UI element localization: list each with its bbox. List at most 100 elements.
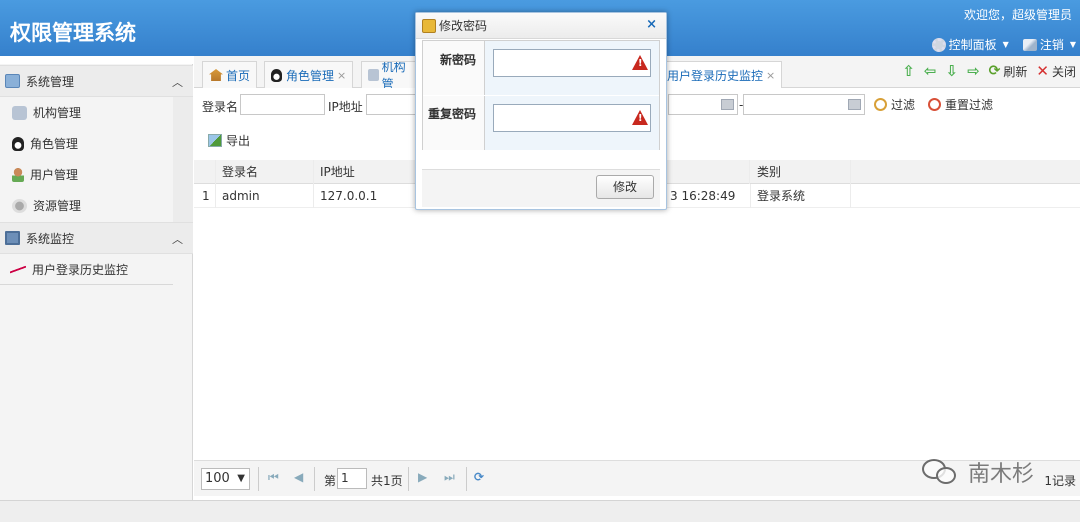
close-icon[interactable]: ×: [337, 69, 346, 82]
page-size-value: 100: [205, 471, 230, 486]
home-icon: [209, 69, 223, 81]
lock-icon: [422, 18, 436, 33]
page-total: 共1页: [371, 474, 403, 488]
sidebar-item-org[interactable]: 机构管理: [0, 97, 173, 128]
page-number-input[interactable]: 1: [337, 468, 367, 489]
tab-login-history[interactable]: 用户登录历史监控 ×: [664, 61, 783, 88]
sidebar-item-user[interactable]: 用户管理: [0, 159, 173, 190]
sidebar-scrollbar[interactable]: [173, 97, 193, 225]
export-label: 导出: [226, 134, 251, 148]
penguin-icon: [12, 136, 24, 151]
column-header[interactable]: 登录名: [216, 160, 314, 184]
cell-login: admin: [216, 184, 314, 208]
warning-icon: [632, 55, 648, 70]
new-password-row: 新密码: [423, 41, 659, 95]
dialog-footer: 修改: [422, 169, 660, 207]
resource-icon: [12, 198, 27, 213]
arrow-left-icon[interactable]: ⇦: [924, 62, 937, 80]
search-icon: [874, 98, 887, 111]
penguin-icon: [271, 68, 282, 82]
column-header[interactable]: 类别: [751, 160, 851, 184]
sidebar-group-system-monitor[interactable]: 系统监控 ︿: [0, 222, 193, 254]
page-prefix: 第: [324, 474, 337, 488]
arrow-up-icon[interactable]: ⇧: [902, 62, 915, 80]
sidebar-group-system-management[interactable]: 系统管理 ︿: [0, 65, 193, 97]
sidebar-item-label: 机构管理: [33, 106, 82, 120]
close-tab-button[interactable]: ✕ 关闭: [1036, 62, 1076, 80]
sidebar-item-label: 资源管理: [33, 199, 82, 213]
calendar-icon[interactable]: [848, 99, 861, 110]
reset-filter-button[interactable]: 重置过滤: [928, 96, 993, 113]
repeat-password-cell: [485, 96, 659, 150]
tab-label: 首页: [226, 68, 251, 83]
new-password-input[interactable]: [493, 49, 651, 77]
start-date-input[interactable]: [668, 94, 738, 115]
dialog-title: 修改密码: [439, 19, 488, 33]
tab-label: 机构管: [381, 61, 406, 88]
tab-role-management[interactable]: 角色管理 ×: [264, 61, 354, 88]
divider: [258, 467, 259, 491]
refresh-icon[interactable]: ⟳: [474, 470, 484, 484]
first-page-icon[interactable]: ⏮: [268, 470, 279, 485]
chevron-up-icon[interactable]: ︿: [172, 231, 183, 247]
watermark: 南木杉: [920, 455, 1034, 489]
footer-bar: [0, 500, 1080, 522]
change-password-dialog: 修改密码 × 新密码 重复密码 修改: [415, 12, 667, 210]
trend-chart-icon: [10, 264, 26, 275]
tab-org-management[interactable]: 机构管: [361, 61, 416, 88]
row-number: 1: [194, 184, 216, 208]
submit-button[interactable]: 修改: [596, 175, 654, 199]
prev-page-icon[interactable]: ◀: [294, 470, 303, 484]
org-icon: [12, 105, 27, 120]
user-icon: [12, 167, 24, 182]
new-password-cell: [485, 41, 659, 95]
divider: [408, 467, 409, 491]
chevron-down-icon: ▼: [237, 473, 245, 484]
logout-icon: [1022, 38, 1037, 51]
arrow-down-icon[interactable]: ⇩: [946, 62, 959, 80]
next-page-icon[interactable]: ▶: [418, 470, 427, 484]
close-icon[interactable]: ×: [766, 69, 775, 82]
chevron-up-icon[interactable]: ︿: [172, 74, 183, 90]
logout-label: 注销: [1039, 38, 1064, 52]
logout-menu[interactable]: 注销 ▼: [1022, 36, 1076, 53]
divider: [0, 284, 173, 285]
warning-icon: [632, 110, 648, 125]
header-menus: 控制面板 ▼ 注销 ▼: [931, 36, 1076, 53]
window-icon: [5, 74, 20, 88]
filter-label: 过滤: [891, 98, 916, 112]
dialog-titlebar[interactable]: 修改密码: [416, 13, 666, 39]
calendar-icon[interactable]: [721, 99, 734, 110]
login-name-input[interactable]: [240, 94, 325, 115]
last-page-icon[interactable]: ⏭: [444, 470, 455, 485]
sidebar-item-role[interactable]: 角色管理: [0, 128, 173, 159]
close-icon[interactable]: ×: [646, 17, 657, 32]
org-icon: [368, 69, 379, 81]
filter-button[interactable]: 过滤: [874, 96, 915, 113]
login-name-label: 登录名: [202, 100, 239, 114]
sidebar-group-label: 系统管理: [26, 74, 75, 89]
record-count: 1记录: [1044, 474, 1076, 488]
ip-label: IP地址: [328, 100, 363, 114]
export-button[interactable]: 导出: [208, 132, 250, 149]
page-size-select[interactable]: 100 ▼: [201, 468, 250, 490]
app-title: 权限管理系统: [10, 21, 136, 45]
arrow-right-icon[interactable]: ⇨: [967, 62, 980, 80]
sidebar: 系统管理 ︿ 机构管理 角色管理 用户管理 资源管理 系统监控 ︿ 用户登录历史…: [0, 64, 193, 500]
chevron-down-icon: ▼: [1069, 40, 1076, 49]
control-panel-menu[interactable]: 控制面板 ▼: [931, 36, 1009, 53]
gear-icon: [931, 37, 946, 52]
control-panel-label: 控制面板: [948, 38, 997, 52]
cell-category: 登录系统: [751, 184, 851, 208]
sidebar-item-login-history[interactable]: 用户登录历史监控: [0, 254, 173, 285]
repeat-password-row: 重复密码: [423, 96, 659, 150]
chevron-down-icon: ▼: [1002, 40, 1009, 49]
tab-home[interactable]: 首页: [202, 61, 258, 88]
close-icon: ✕: [1036, 62, 1049, 80]
sidebar-item-label: 用户登录历史监控: [32, 263, 129, 277]
end-date-input[interactable]: [743, 94, 865, 115]
refresh-button[interactable]: ⟳ 刷新: [989, 63, 1028, 80]
repeat-password-input[interactable]: [493, 104, 651, 132]
reset-filter-label: 重置过滤: [945, 98, 994, 112]
sidebar-item-resource[interactable]: 资源管理: [0, 190, 173, 221]
